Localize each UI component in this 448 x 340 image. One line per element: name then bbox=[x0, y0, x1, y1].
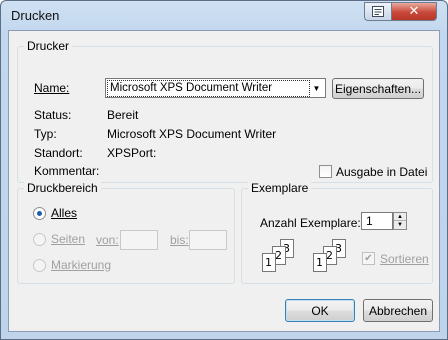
printer-group: Drucker Name: Microsoft XPS Document Wri… bbox=[17, 39, 433, 183]
print-range-group: Druckbereich Alles Seiten von: bis: Mark… bbox=[17, 181, 235, 284]
cancel-button[interactable]: Abbrechen bbox=[363, 299, 433, 322]
range-from-label: von: bbox=[96, 233, 119, 247]
range-pages-radio[interactable] bbox=[33, 233, 46, 246]
print-dialog-window: Drucken ✕ Drucker Name: Microsoft XPS Do… bbox=[0, 0, 448, 340]
page-icon: 1 bbox=[262, 253, 276, 272]
type-value: Microsoft XPS Document Writer bbox=[107, 127, 277, 141]
help-button[interactable] bbox=[364, 2, 391, 21]
ok-button[interactable]: OK bbox=[285, 299, 355, 322]
name-label-text: Name: bbox=[34, 81, 70, 95]
collate-checkbox[interactable]: ✔ bbox=[362, 252, 375, 265]
print-to-file-label[interactable]: Ausgabe in Datei bbox=[336, 165, 427, 179]
range-all-label[interactable]: Alles bbox=[51, 206, 77, 220]
copies-group: Exemplare Anzahl Exemplare: 1 ▲ ▼ 3 2 1 … bbox=[241, 181, 433, 284]
status-value: Bereit bbox=[107, 108, 139, 122]
comment-label: Kommentar: bbox=[34, 164, 100, 178]
range-selection-radio[interactable] bbox=[33, 259, 46, 272]
close-button[interactable]: ✕ bbox=[391, 2, 437, 21]
help-icon bbox=[372, 6, 384, 17]
range-to-input[interactable] bbox=[189, 230, 227, 250]
range-pages-label[interactable]: Seiten bbox=[51, 232, 85, 246]
properties-button-label: Eigenschaften... bbox=[334, 81, 422, 96]
cancel-button-label: Abbrechen bbox=[368, 303, 428, 318]
location-value: XPSPort: bbox=[107, 146, 157, 160]
page-icon: 1 bbox=[313, 253, 327, 272]
print-range-legend: Druckbereich bbox=[24, 181, 101, 195]
properties-button[interactable]: Eigenschaften... bbox=[332, 78, 424, 99]
print-to-file-checkbox[interactable] bbox=[319, 165, 332, 178]
printer-select[interactable]: Microsoft XPS Document Writer ▼ bbox=[105, 78, 326, 98]
check-icon: ✔ bbox=[364, 253, 373, 264]
printer-group-legend: Drucker bbox=[24, 39, 73, 53]
copies-spinner[interactable]: ▲ ▼ bbox=[393, 212, 407, 230]
range-selection-label[interactable]: Markierung bbox=[51, 258, 111, 272]
location-label: Standort: bbox=[34, 146, 83, 160]
close-icon: ✕ bbox=[408, 4, 420, 19]
status-label: Status: bbox=[34, 108, 72, 122]
window-title: Drucken bbox=[11, 8, 60, 23]
ok-button-label: OK bbox=[311, 303, 329, 318]
type-label: Typ: bbox=[34, 127, 57, 141]
dialog-client-area: Drucker Name: Microsoft XPS Document Wri… bbox=[8, 30, 440, 332]
copies-count-input[interactable]: 1 bbox=[361, 212, 393, 230]
printer-name-label: Name: bbox=[34, 81, 69, 95]
spin-down-icon[interactable]: ▼ bbox=[394, 221, 406, 229]
title-bar[interactable]: Drucken ✕ bbox=[1, 1, 447, 31]
copies-legend: Exemplare bbox=[248, 181, 312, 195]
range-all-radio[interactable] bbox=[33, 207, 46, 220]
spin-up-icon[interactable]: ▲ bbox=[394, 213, 406, 221]
copies-count-label: Anzahl Exemplare: bbox=[260, 216, 361, 230]
printer-select-value: Microsoft XPS Document Writer bbox=[107, 80, 310, 97]
collate-label[interactable]: Sortieren bbox=[380, 252, 429, 266]
range-to-label: bis: bbox=[170, 233, 189, 247]
chevron-down-icon[interactable]: ▼ bbox=[308, 79, 325, 97]
range-from-input[interactable] bbox=[120, 230, 158, 250]
